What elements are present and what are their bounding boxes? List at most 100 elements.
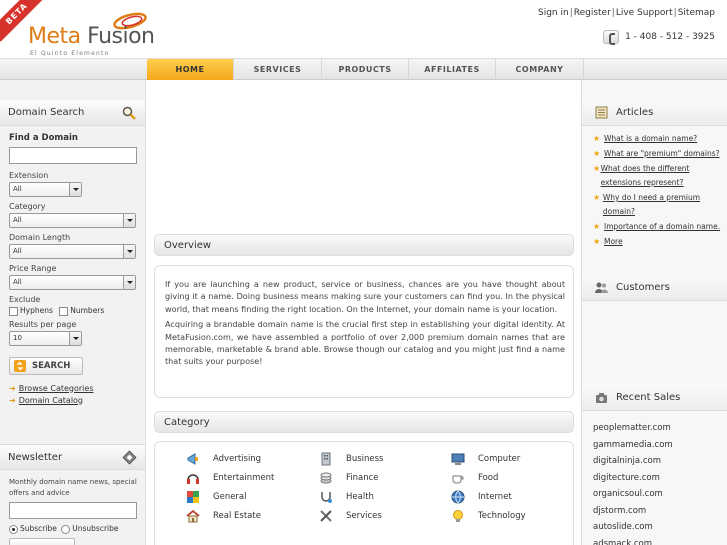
domain-search-title: Domain Search [8,107,85,118]
category-advertising[interactable]: Advertising [186,452,261,466]
coins-icon [320,472,332,484]
article-link[interactable]: What is a domain name? [604,132,697,146]
article-link[interactable]: Importance of a domain name. [604,220,720,234]
domain-search-header: Domain Search [0,100,145,126]
article-link[interactable]: Why do I need a premium domain? [603,191,721,219]
computer-icon [451,453,465,465]
category-general[interactable]: General [186,490,247,504]
articles-header: Articles [582,100,727,126]
category-finance[interactable]: Finance [319,471,379,485]
exclude-label: Exclude [9,295,41,304]
numbers-checkbox[interactable] [59,306,69,316]
phone-number: 1 - 408 - 512 - 3925 [603,30,715,45]
domain-catalog-link[interactable]: ➜ Domain Catalog [9,396,145,405]
nav-services[interactable]: SERVICES [234,59,322,80]
newsletter-submit-button[interactable] [9,537,75,545]
category-internet[interactable]: Internet [451,490,512,504]
lightbulb-icon [453,510,463,522]
subscribe-radio[interactable] [9,524,18,534]
people-icon [595,282,608,293]
subscribe-options: Subscribe Unsubscribe [9,524,139,534]
stethoscope-icon [321,492,332,503]
category-entertainment[interactable]: Entertainment [186,471,274,485]
arrow-icon: ➜ [9,395,16,405]
star-icon: ★ [593,193,601,202]
category-business[interactable]: Business [319,452,383,466]
domain-length-label: Domain Length [9,233,71,242]
signin-link[interactable]: Sign in [538,8,569,18]
numbers-label: Numbers [70,306,105,315]
sale-item: adsmack.com [593,538,652,545]
domain-length-select[interactable]: All [9,244,136,259]
tools-icon [320,510,332,522]
unsubscribe-radio[interactable] [61,524,71,534]
results-label: Results per page [9,319,77,329]
logo-tagline: El Quinto Elemento [30,50,110,57]
magnifier-icon[interactable] [122,106,136,120]
sale-item: organicsoul.com [593,489,663,499]
extension-select[interactable]: All [9,182,82,197]
category-food[interactable]: Food [451,471,498,485]
nav-company[interactable]: COMPANY [496,59,584,80]
newsletter-email-input[interactable] [9,502,137,519]
recent-sales-header: Recent Sales [582,385,727,411]
camera-icon [596,393,607,403]
article-item: ★ What does the different extensions repr… [593,162,721,190]
find-domain-input[interactable] [9,147,137,164]
browse-categories-link[interactable]: ➜ Browse Categories [9,384,145,393]
page: BETA Meta Fusion El Quinto Elemento Sign… [0,0,727,545]
newsletter-form: Monthly domain name news, special offers… [9,477,139,545]
article-item: ★ More [593,235,721,249]
recent-sales-list: peoplematter.com gammamedia.com digitaln… [593,420,673,545]
newsletter-desc: Monthly domain name news, special offers… [9,478,137,497]
nav-affiliates[interactable]: AFFILIATES [409,59,496,80]
house-icon [186,509,200,523]
hyphens-checkbox[interactable] [9,306,18,316]
articles-list: ★ What is a domain name? ★ What are "premi… [582,126,727,249]
star-icon: ★ [593,237,601,246]
chevron-down-icon [69,331,81,345]
nav-home[interactable]: HOME [147,59,234,80]
category-real-estate[interactable]: Real Estate [186,509,261,523]
category-select[interactable]: All [9,213,136,228]
more-articles-link[interactable]: More [604,235,623,249]
diamond-icon [122,450,137,465]
overview-paragraph-2: Acquiring a brandable domain name is the… [165,319,565,367]
domain-search-form: Find a Domain Extension All Category All… [0,126,145,405]
category-computer[interactable]: Computer [451,452,520,466]
star-icon: ★ [593,134,601,143]
arrow-icon: ➜ [9,383,16,393]
register-link[interactable]: Register [574,8,611,18]
overview-paragraph-1: If you are launching a new product, serv… [165,279,565,314]
live-support-link[interactable]: Live Support [616,8,673,18]
category-services[interactable]: Services [319,509,382,523]
sale-item: digitalninja.com [593,456,661,466]
star-icon: ★ [593,149,601,158]
category-label: Category [9,202,46,211]
banner-area [147,80,581,232]
category-header: Category [154,411,574,433]
main-content: Overview If you are launching a new prod… [147,80,581,545]
chevron-down-icon [123,245,135,258]
nav-products[interactable]: PRODUCTS [322,59,409,80]
article-item: ★ Importance of a domain name. [593,220,721,234]
logo-text: Meta Fusion [28,24,155,49]
header: BETA Meta Fusion El Quinto Elemento Sign… [0,0,727,58]
right-sidebar: Articles ★ What is a domain name? ★ What a… [581,80,727,545]
results-select[interactable]: 10 [9,330,82,346]
chevron-down-icon [123,276,135,289]
article-item: ★ What is a domain name? [593,132,721,146]
search-button[interactable]: SEARCH [9,356,83,375]
article-link[interactable]: What does the different extensions repre… [601,162,721,190]
price-range-select[interactable]: All [9,275,136,290]
sitemap-link[interactable]: Sitemap [678,8,715,18]
article-link[interactable]: What are "premium" domains? [604,147,720,161]
search-arrow-icon [14,359,26,372]
category-technology[interactable]: Technology [451,509,526,523]
star-icon: ★ [593,222,601,231]
notepad-icon [595,106,608,119]
main-nav: HOME SERVICES PRODUCTS AFFILIATES COMPAN… [0,58,727,80]
subscribe-label: Subscribe [20,524,57,533]
cup-icon [452,475,464,484]
category-health[interactable]: Health [319,490,374,504]
